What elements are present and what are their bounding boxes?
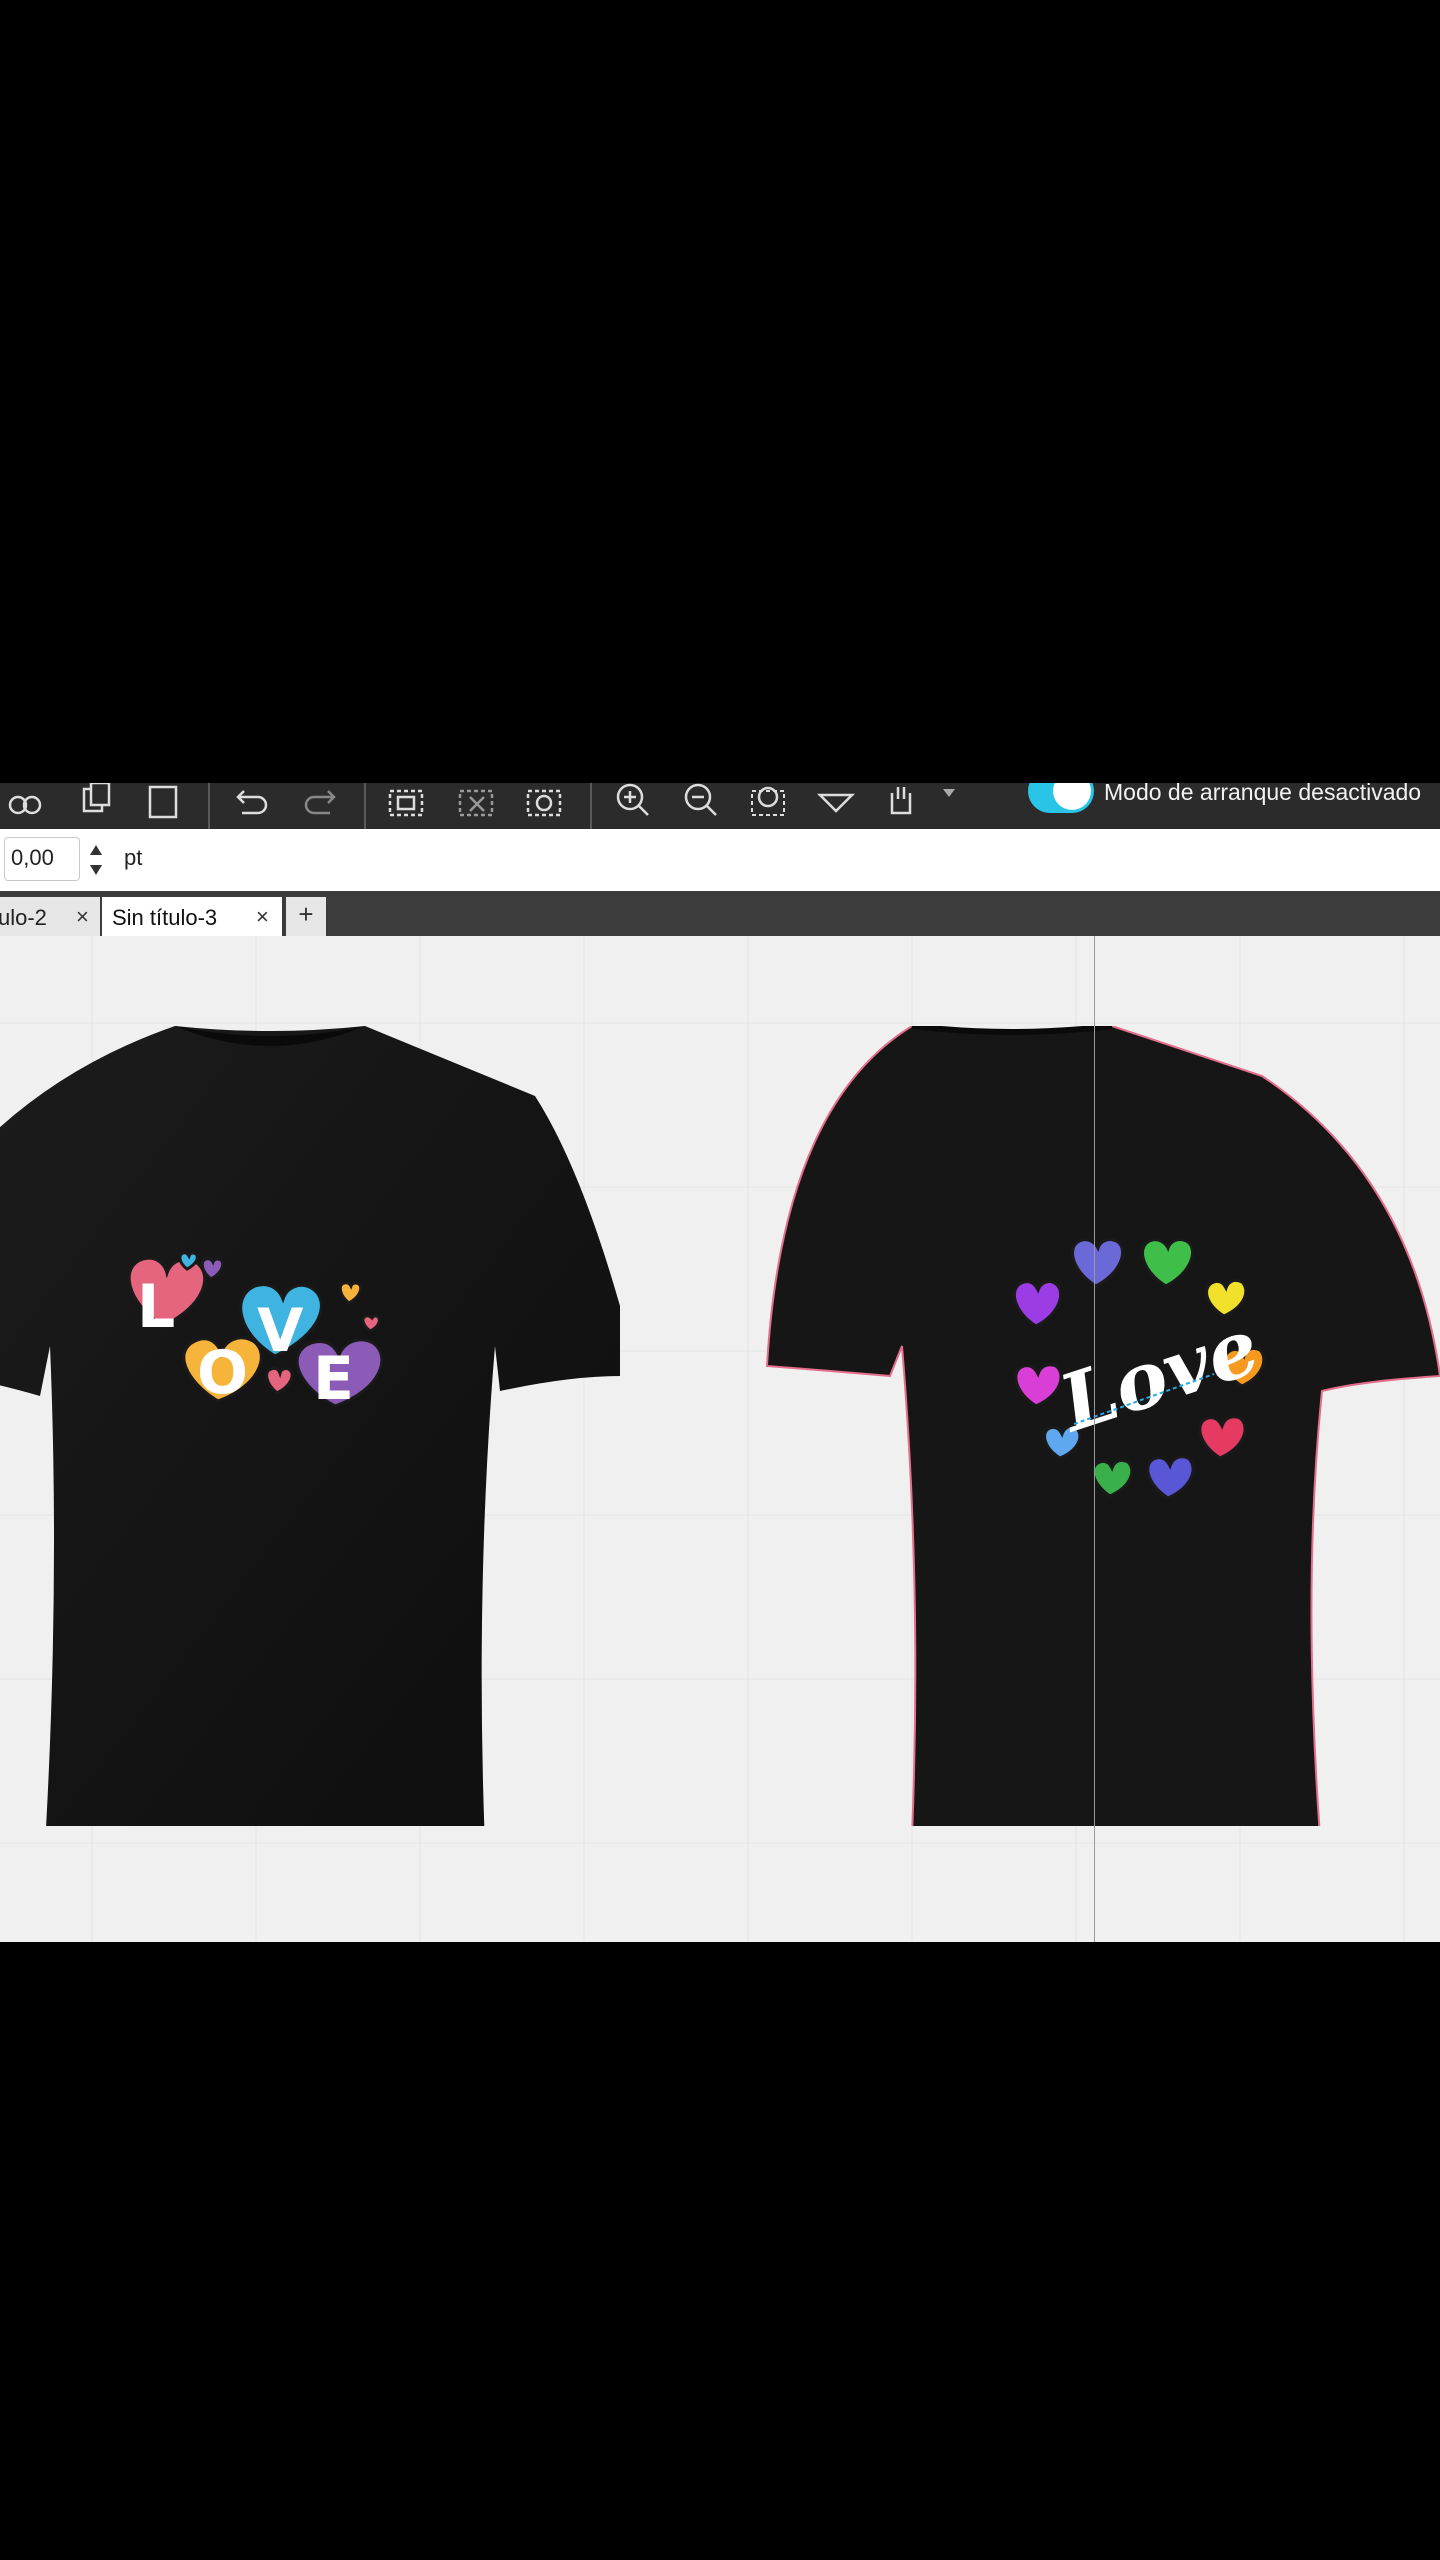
startup-mode-toggle[interactable]: [1027, 783, 1097, 815]
zoom-out-icon[interactable]: [678, 783, 722, 821]
close-icon[interactable]: ×: [256, 904, 269, 930]
select-frame-icon[interactable]: [384, 783, 428, 821]
lasso-icon[interactable]: [522, 783, 566, 821]
design-letter: L: [137, 1272, 175, 1342]
crop-icon[interactable]: [454, 783, 498, 821]
vertical-guide-line[interactable]: [1094, 936, 1095, 1942]
toolbar: Modo de arranque desactivado: [0, 783, 1440, 829]
toolbar-separator: [364, 783, 366, 829]
startup-mode-label: Modo de arranque desactivado: [1104, 783, 1422, 805]
undo-icon[interactable]: [230, 783, 274, 821]
toolbar-separator: [590, 783, 592, 829]
tab-label: ulo-2: [0, 905, 47, 930]
design-letter: O: [197, 1338, 248, 1408]
paste-icon[interactable]: [142, 783, 186, 821]
design-canvas[interactable]: L O V E Love: [0, 936, 1440, 1942]
love-script-design[interactable]: Love: [1000, 1236, 1280, 1506]
copy-icon[interactable]: [74, 783, 118, 821]
redo-icon[interactable]: [298, 783, 342, 821]
hand-icon[interactable]: [880, 783, 924, 821]
value-field[interactable]: [4, 837, 81, 881]
plus-icon: +: [298, 899, 314, 929]
dropdown-icon[interactable]: [934, 783, 964, 821]
link-icon[interactable]: [4, 783, 48, 821]
zoom-fit-icon[interactable]: [746, 783, 790, 821]
unit-label: pt: [124, 845, 143, 870]
zoom-in-icon[interactable]: [610, 783, 654, 821]
toolbar-separator: [208, 783, 210, 829]
design-letter: V: [257, 1296, 304, 1366]
tshirt-front-image[interactable]: [0, 1026, 640, 1826]
tab-document-2[interactable]: ulo-2 ×: [0, 897, 100, 936]
design-app: Modo de arranque desactivado pt ulo-2 × …: [0, 783, 1440, 1942]
tab-document-3[interactable]: Sin título-3 ×: [102, 897, 282, 936]
tab-label: Sin título-3: [112, 905, 218, 930]
design-letter: E: [313, 1344, 354, 1414]
shape-icon[interactable]: [814, 783, 858, 821]
value-input[interactable]: [5, 838, 81, 878]
add-tab-button[interactable]: +: [286, 897, 326, 936]
property-bar: pt: [0, 829, 1440, 892]
document-tab-bar: ulo-2 × Sin título-3 × +: [0, 891, 1440, 936]
love-hearts-design[interactable]: L O V E: [115, 1241, 405, 1421]
value-stepper-icon[interactable]: [84, 839, 108, 881]
close-icon[interactable]: ×: [76, 904, 89, 930]
